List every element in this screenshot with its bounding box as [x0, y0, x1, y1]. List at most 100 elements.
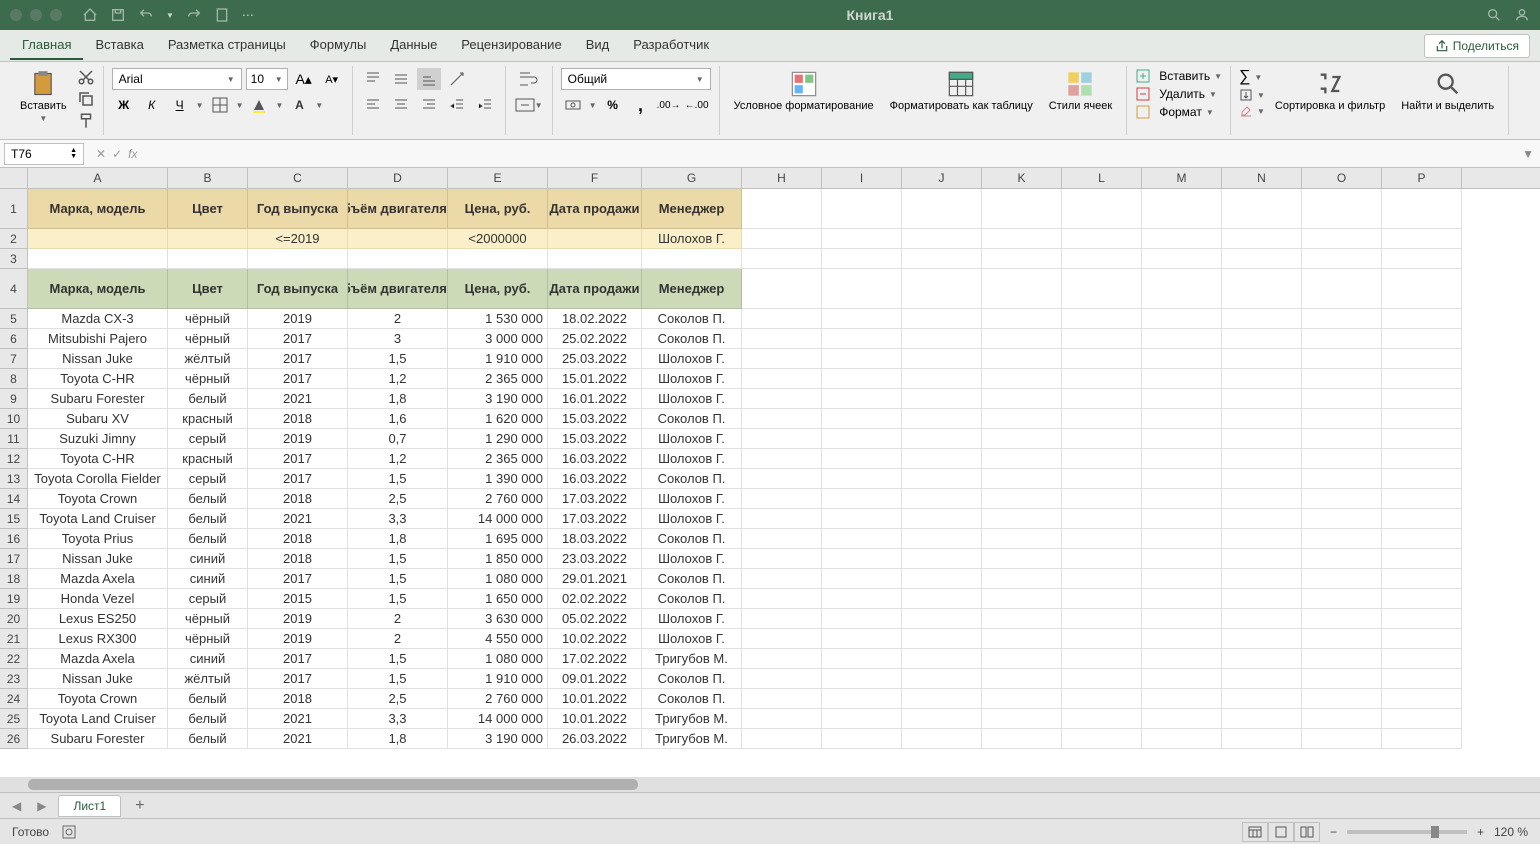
cell[interactable] [1062, 529, 1142, 549]
cell[interactable] [742, 389, 822, 409]
column-header[interactable]: B [168, 168, 248, 188]
cell[interactable] [348, 229, 448, 249]
cell[interactable] [1302, 609, 1382, 629]
cell[interactable]: Шолохов Г. [642, 549, 742, 569]
cell[interactable] [982, 369, 1062, 389]
cell[interactable] [822, 509, 902, 529]
cell[interactable] [822, 709, 902, 729]
cell[interactable] [982, 609, 1062, 629]
cell[interactable]: Соколов П. [642, 309, 742, 329]
cell[interactable] [902, 629, 982, 649]
cell[interactable] [1222, 489, 1302, 509]
cell[interactable] [1142, 549, 1222, 569]
cell[interactable] [982, 429, 1062, 449]
cell[interactable] [822, 269, 902, 309]
cell[interactable]: 3,3 [348, 709, 448, 729]
cell[interactable]: 17.03.2022 [548, 489, 642, 509]
row-header[interactable]: 2 [0, 229, 28, 249]
cell[interactable]: 2019 [248, 609, 348, 629]
cell[interactable]: серый [168, 469, 248, 489]
cell[interactable] [1302, 669, 1382, 689]
cell[interactable] [1382, 449, 1462, 469]
cell[interactable]: 2019 [248, 429, 348, 449]
cell[interactable] [982, 529, 1062, 549]
cell[interactable]: 3 190 000 [448, 389, 548, 409]
cell[interactable]: <=2019 [248, 229, 348, 249]
cell[interactable] [902, 189, 982, 229]
sort-filter-button[interactable]: Сортировка и фильтр [1269, 68, 1391, 114]
cell[interactable] [822, 189, 902, 229]
cell[interactable]: 2019 [248, 629, 348, 649]
ribbon-tab-4[interactable]: Данные [378, 31, 449, 60]
cell[interactable]: чёрный [168, 369, 248, 389]
cell[interactable] [822, 729, 902, 749]
clear-button[interactable]: ▼ [1239, 104, 1265, 118]
cell[interactable] [742, 189, 822, 229]
fill-color-icon[interactable] [247, 94, 271, 116]
cell[interactable]: Соколов П. [642, 409, 742, 429]
cell[interactable] [902, 449, 982, 469]
cell[interactable] [902, 349, 982, 369]
row-header[interactable]: 9 [0, 389, 28, 409]
cell[interactable] [742, 569, 822, 589]
cell[interactable] [1142, 309, 1222, 329]
border-icon[interactable] [208, 94, 232, 116]
cell[interactable] [742, 509, 822, 529]
cell[interactable] [1302, 389, 1382, 409]
cell[interactable] [1302, 489, 1382, 509]
cell[interactable] [1062, 309, 1142, 329]
cell[interactable]: 2017 [248, 469, 348, 489]
cell[interactable] [1222, 429, 1302, 449]
cell[interactable] [902, 469, 982, 489]
decrease-indent-icon[interactable] [445, 94, 469, 116]
column-header[interactable]: P [1382, 168, 1462, 188]
paste-button[interactable]: Вставить ▼ [14, 68, 73, 125]
cell[interactable] [1142, 629, 1222, 649]
cell[interactable] [1382, 549, 1462, 569]
cell[interactable] [902, 589, 982, 609]
cell[interactable] [822, 409, 902, 429]
cell[interactable] [1062, 609, 1142, 629]
cell[interactable]: 02.02.2022 [548, 589, 642, 609]
cell[interactable]: 1 080 000 [448, 569, 548, 589]
cell[interactable]: Suzuki Jimny [28, 429, 168, 449]
conditional-format-button[interactable]: Условное форматирование [728, 68, 880, 114]
cell[interactable] [1222, 689, 1302, 709]
cell[interactable] [168, 229, 248, 249]
cell[interactable] [1222, 369, 1302, 389]
page-layout-view-button[interactable] [1268, 822, 1294, 842]
cell[interactable]: синий [168, 569, 248, 589]
cell[interactable] [982, 309, 1062, 329]
cell[interactable]: Соколов П. [642, 469, 742, 489]
cell[interactable] [1222, 329, 1302, 349]
cell[interactable]: 1,5 [348, 649, 448, 669]
cell[interactable] [1222, 249, 1302, 269]
cell[interactable] [902, 369, 982, 389]
column-header[interactable]: N [1222, 168, 1302, 188]
cell[interactable]: Шолохов Г. [642, 229, 742, 249]
find-select-button[interactable]: Найти и выделить [1395, 68, 1500, 114]
cell[interactable] [1382, 589, 1462, 609]
cell[interactable] [982, 269, 1062, 309]
cell[interactable]: 29.01.2021 [548, 569, 642, 589]
row-header[interactable]: 25 [0, 709, 28, 729]
cell[interactable] [1142, 369, 1222, 389]
cell[interactable]: 1,8 [348, 729, 448, 749]
cell[interactable] [742, 349, 822, 369]
cell[interactable]: 05.02.2022 [548, 609, 642, 629]
cell[interactable]: 3 630 000 [448, 609, 548, 629]
cell[interactable] [1302, 649, 1382, 669]
cell[interactable]: 2 [348, 309, 448, 329]
cell[interactable]: Toyota Prius [28, 529, 168, 549]
cell[interactable]: Toyota Corolla Fielder [28, 469, 168, 489]
cell[interactable]: 15.01.2022 [548, 369, 642, 389]
cell[interactable] [1142, 489, 1222, 509]
cell[interactable] [1382, 429, 1462, 449]
row-header[interactable]: 13 [0, 469, 28, 489]
cell[interactable] [742, 329, 822, 349]
increase-font-icon[interactable]: A▴ [292, 68, 316, 90]
cell[interactable]: 1,5 [348, 589, 448, 609]
align-bottom-icon[interactable] [417, 68, 441, 90]
column-header[interactable]: I [822, 168, 902, 188]
font-size-select[interactable]: 10▼ [246, 68, 288, 90]
